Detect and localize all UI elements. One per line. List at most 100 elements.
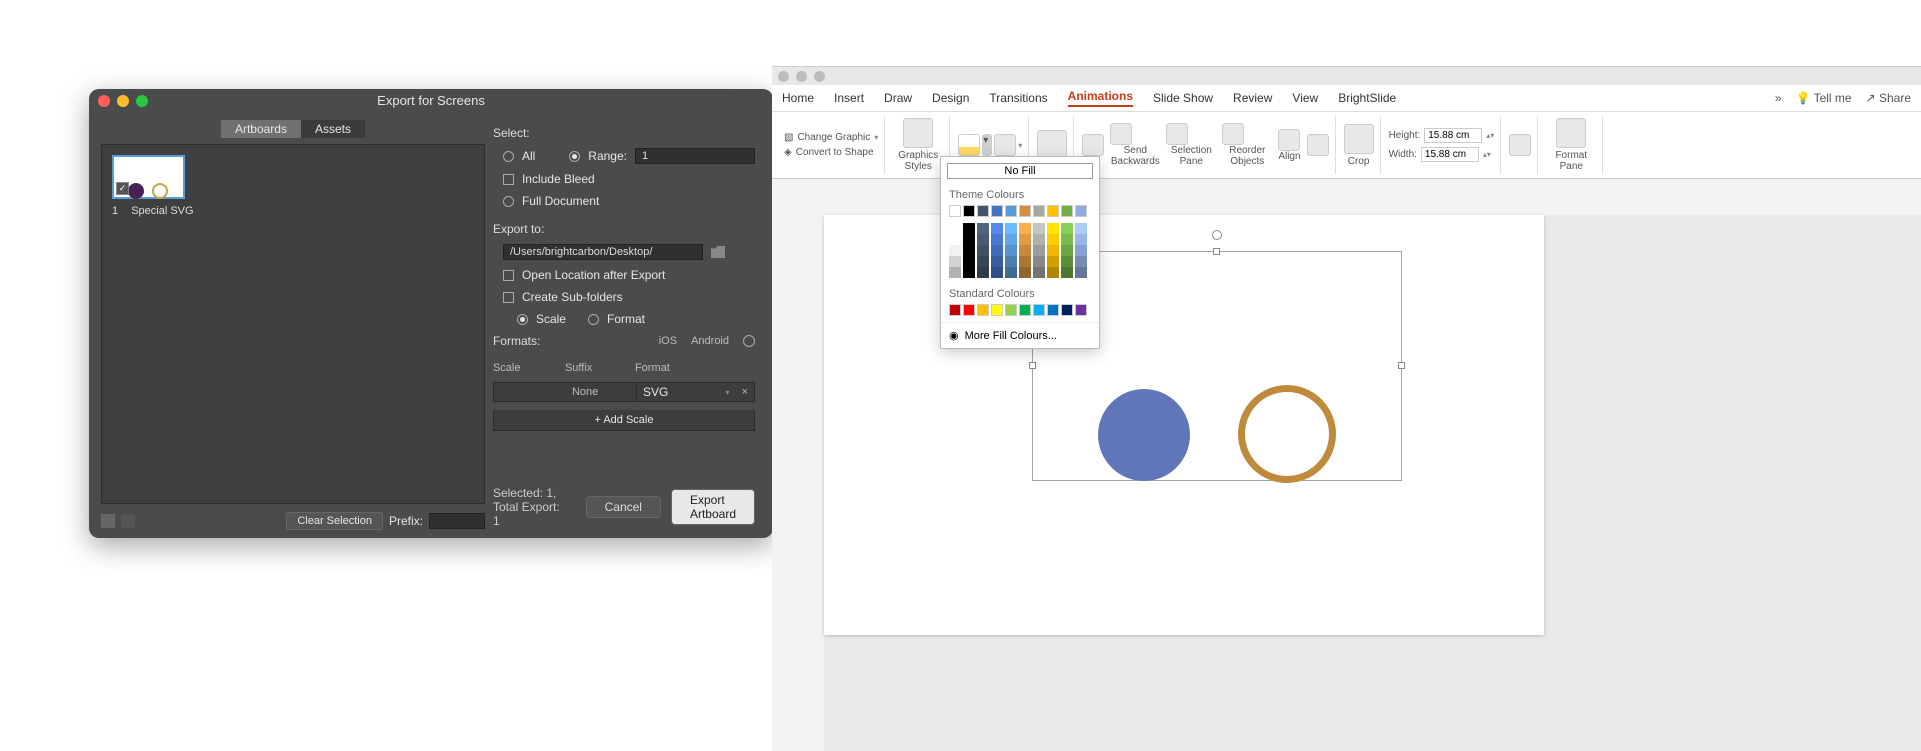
scale-cell[interactable]	[494, 390, 566, 394]
graphics-styles-button[interactable]	[903, 118, 933, 148]
export-artboard-button[interactable]: Export Artboard	[671, 489, 755, 525]
color-swatch[interactable]	[1019, 304, 1031, 316]
color-shade-swatch[interactable]	[1061, 256, 1073, 267]
color-shade-swatch[interactable]	[1033, 256, 1045, 267]
color-shade-swatch[interactable]	[1075, 245, 1087, 256]
align-button[interactable]	[1278, 129, 1300, 151]
color-swatch[interactable]	[1075, 205, 1087, 217]
color-swatch[interactable]	[977, 304, 989, 316]
grid-view-icon[interactable]	[101, 514, 115, 528]
convert-to-shape-button[interactable]: ◈Convert to Shape	[784, 147, 874, 158]
tab-view[interactable]: View	[1292, 91, 1318, 105]
color-swatch[interactable]	[991, 205, 1003, 217]
range-input[interactable]	[635, 148, 755, 164]
tab-assets[interactable]: Assets	[301, 120, 365, 138]
color-shade-swatch[interactable]	[1047, 223, 1059, 234]
tell-me-search[interactable]: 💡 Tell me	[1796, 91, 1852, 105]
color-shade-swatch[interactable]	[991, 256, 1003, 267]
color-shade-swatch[interactable]	[1061, 223, 1073, 234]
color-swatch[interactable]	[1019, 205, 1031, 217]
height-input[interactable]	[1424, 128, 1482, 143]
resize-handle-w[interactable]	[1029, 362, 1036, 369]
color-swatch[interactable]	[1075, 304, 1087, 316]
color-shade-swatch[interactable]	[1019, 245, 1031, 256]
gear-icon[interactable]	[743, 335, 755, 347]
color-shade-swatch[interactable]	[1075, 234, 1087, 245]
color-shade-swatch[interactable]	[1061, 245, 1073, 256]
more-tabs-icon[interactable]: »	[1775, 91, 1782, 105]
color-shade-swatch[interactable]	[1047, 245, 1059, 256]
color-shade-swatch[interactable]	[949, 234, 961, 245]
tab-transitions[interactable]: Transitions	[989, 91, 1047, 105]
color-shade-swatch[interactable]	[963, 256, 975, 267]
more-fill-colours-button[interactable]: ◉ More Fill Colours...	[941, 322, 1099, 348]
color-swatch[interactable]	[1033, 205, 1045, 217]
preset-ios[interactable]: iOS	[659, 335, 677, 347]
tab-insert[interactable]: Insert	[834, 91, 864, 105]
tab-review[interactable]: Review	[1233, 91, 1272, 105]
color-shade-swatch[interactable]	[1061, 234, 1073, 245]
color-shade-swatch[interactable]	[1047, 234, 1059, 245]
tab-artboards[interactable]: Artboards	[221, 120, 301, 138]
cancel-button[interactable]: Cancel	[586, 496, 661, 518]
send-backwards-button[interactable]	[1110, 123, 1132, 145]
minimize-icon[interactable]	[796, 71, 807, 82]
color-swatch[interactable]	[1005, 304, 1017, 316]
export-path-input[interactable]	[503, 244, 703, 260]
tab-draw[interactable]: Draw	[884, 91, 912, 105]
color-shade-swatch[interactable]	[1075, 223, 1087, 234]
rotate-handle-icon[interactable]	[1212, 230, 1222, 240]
preset-android[interactable]: Android	[691, 335, 729, 347]
color-shade-swatch[interactable]	[949, 256, 961, 267]
color-shade-swatch[interactable]	[1005, 267, 1017, 278]
color-shade-swatch[interactable]	[963, 223, 975, 234]
color-swatch[interactable]	[1033, 304, 1045, 316]
selection-pane-button[interactable]	[1166, 123, 1188, 145]
color-shade-swatch[interactable]	[1033, 245, 1045, 256]
resize-handle-n[interactable]	[1213, 248, 1220, 255]
radio-range[interactable]	[569, 151, 580, 162]
color-shade-swatch[interactable]	[1033, 234, 1045, 245]
width-input[interactable]	[1421, 147, 1479, 162]
color-shade-swatch[interactable]	[991, 245, 1003, 256]
color-shade-swatch[interactable]	[949, 245, 961, 256]
color-swatch[interactable]	[1061, 205, 1073, 217]
share-button[interactable]: ↗ Share	[1866, 91, 1911, 105]
color-swatch[interactable]	[1047, 205, 1059, 217]
tab-slide-show[interactable]: Slide Show	[1153, 91, 1213, 105]
list-view-icon[interactable]	[121, 514, 135, 528]
color-swatch[interactable]	[1061, 304, 1073, 316]
radio-all[interactable]	[503, 151, 514, 162]
radio-full-document[interactable]	[503, 196, 514, 207]
artboard-checkbox[interactable]: ✓	[116, 182, 129, 195]
radio-format[interactable]	[588, 314, 599, 325]
color-shade-swatch[interactable]	[977, 256, 989, 267]
color-shade-swatch[interactable]	[991, 267, 1003, 278]
outline-icon[interactable]	[994, 134, 1016, 156]
color-shade-swatch[interactable]	[963, 267, 975, 278]
color-shade-swatch[interactable]	[1005, 223, 1017, 234]
color-shade-swatch[interactable]	[1075, 267, 1087, 278]
close-icon[interactable]	[778, 71, 789, 82]
color-shade-swatch[interactable]	[1033, 223, 1045, 234]
folder-icon[interactable]	[711, 246, 725, 258]
reorder-objects-button[interactable]	[1222, 123, 1244, 145]
no-fill-button[interactable]: No Fill	[947, 163, 1093, 179]
format-pane-button[interactable]	[1556, 118, 1586, 148]
artboard-thumbnail[interactable]: ✓	[112, 155, 185, 199]
lock-aspect-icon[interactable]	[1509, 134, 1531, 156]
color-shade-swatch[interactable]	[949, 223, 961, 234]
color-swatch[interactable]	[1005, 205, 1017, 217]
outlined-circle-shape[interactable]	[1238, 385, 1336, 483]
tab-design[interactable]: Design	[932, 91, 969, 105]
color-swatch[interactable]	[949, 205, 961, 217]
clear-selection-button[interactable]: Clear Selection	[286, 512, 383, 530]
format-dropdown[interactable]: SVG▾	[636, 383, 736, 401]
color-shade-swatch[interactable]	[977, 245, 989, 256]
color-shade-swatch[interactable]	[991, 223, 1003, 234]
color-shade-swatch[interactable]	[1005, 245, 1017, 256]
prefix-input[interactable]	[429, 513, 485, 529]
color-shade-swatch[interactable]	[963, 234, 975, 245]
add-scale-button[interactable]: + Add Scale	[493, 410, 755, 431]
bring-forward-icon[interactable]	[1082, 134, 1104, 156]
